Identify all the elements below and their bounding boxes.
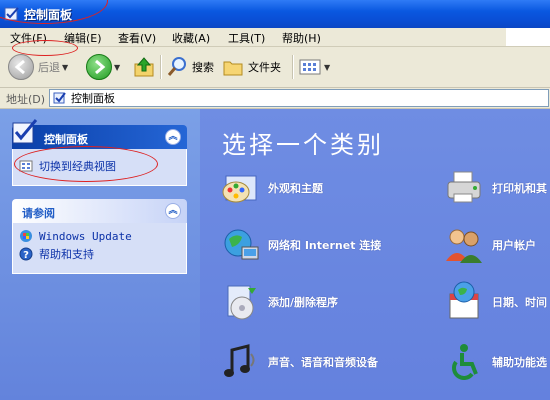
forward-dropdown-icon[interactable]: ▼ — [114, 63, 120, 72]
see-also-section-header[interactable]: 请参阅 ︽ — [12, 199, 187, 223]
help-support-link[interactable]: ? 帮助和支持 — [13, 245, 186, 263]
category-accessibility-label: 辅助功能选 — [492, 356, 547, 369]
back-dropdown-icon[interactable]: ▼ — [62, 63, 68, 72]
category-sound[interactable]: 声音、语音和音频设备 — [218, 340, 378, 384]
category-add-remove[interactable]: 添加/删除程序 — [218, 280, 338, 324]
control-panel-section-header[interactable]: 控制面板 ︽ — [12, 119, 187, 149]
task-pane: 控制面板 ︽ 切换到经典视图 请参阅 ︽ Windows Update ? 帮助… — [0, 109, 200, 400]
control-panel-icon — [4, 7, 19, 21]
printer-icon — [447, 171, 481, 203]
up-button[interactable] — [132, 55, 156, 79]
forward-arrow-icon — [86, 54, 112, 80]
control-panel-section-title: 控制面板 — [44, 133, 88, 146]
title-bar[interactable]: 控制面板 — [0, 0, 550, 28]
menu-tools[interactable]: 工具(T) — [226, 30, 267, 46]
menu-file[interactable]: 文件(F) — [8, 30, 49, 46]
views-dropdown-icon[interactable]: ▼ — [324, 63, 330, 72]
network-icon — [224, 229, 259, 260]
menu-view[interactable]: 查看(V) — [116, 30, 158, 46]
switch-classic-view-link[interactable]: 切换到经典视图 — [13, 149, 186, 175]
control-panel-icon — [53, 92, 66, 104]
category-sound-label: 声音、语音和音频设备 — [268, 356, 378, 369]
classic-view-icon — [19, 160, 33, 172]
forward-button[interactable]: ▼ — [86, 54, 120, 80]
search-button[interactable]: 搜索 — [166, 55, 214, 79]
address-input[interactable]: 控制面板 — [49, 89, 549, 107]
category-date-time[interactable]: 日期、时间 — [442, 280, 547, 324]
window-title: 控制面板 — [24, 8, 73, 22]
page-heading: 选择一个类别 — [222, 131, 384, 159]
windows-update-label: Windows Update — [39, 229, 132, 243]
category-add-remove-label: 添加/删除程序 — [268, 296, 339, 309]
address-bar: 地址(D) 控制面板 — [0, 88, 550, 109]
back-label: 后退 — [38, 61, 60, 74]
control-panel-section-body: 切换到经典视图 — [12, 149, 187, 186]
collapse-chevron-icon[interactable]: ︽ — [165, 129, 181, 145]
svg-text:?: ? — [23, 250, 29, 261]
toolbar-separator — [292, 55, 294, 79]
category-date-time-label: 日期、时间 — [492, 296, 547, 309]
toolbar-separator — [160, 55, 162, 79]
control-panel-section: 控制面板 ︽ 切换到经典视图 — [12, 119, 187, 186]
add-remove-icon — [227, 285, 256, 320]
menu-bar: 文件(F) 编辑(E) 查看(V) 收藏(A) 工具(T) 帮助(H) — [0, 28, 550, 47]
see-also-section-body: Windows Update ? 帮助和支持 — [12, 223, 187, 274]
views-button[interactable]: ▼ — [298, 55, 330, 79]
windows-logo — [506, 28, 550, 46]
menu-favorites[interactable]: 收藏(A) — [170, 30, 212, 46]
sound-icon — [224, 344, 255, 377]
address-value: 控制面板 — [71, 92, 115, 105]
accessibility-icon — [452, 344, 478, 380]
folders-icon — [223, 61, 243, 76]
category-network[interactable]: 网络和 Internet 连接 — [218, 223, 381, 267]
folder-up-icon — [134, 57, 154, 77]
category-printers-label: 打印机和其 — [492, 182, 547, 195]
help-icon: ? — [19, 247, 33, 261]
help-support-label: 帮助和支持 — [39, 248, 94, 261]
menu-help[interactable]: 帮助(H) — [280, 30, 323, 46]
control-panel-icon — [12, 119, 38, 144]
address-label: 地址(D) — [6, 93, 46, 106]
category-user-accounts[interactable]: 用户帐户 — [442, 223, 536, 267]
folders-button[interactable]: 文件夹 — [222, 55, 281, 79]
search-icon — [167, 57, 186, 76]
category-user-accounts-label: 用户帐户 — [492, 239, 536, 252]
users-icon — [446, 229, 482, 263]
back-arrow-icon — [8, 54, 34, 80]
category-accessibility[interactable]: 辅助功能选 — [442, 340, 547, 384]
category-network-label: 网络和 Internet 连接 — [268, 239, 382, 252]
folders-label: 文件夹 — [248, 61, 281, 74]
search-label: 搜索 — [192, 61, 214, 74]
appearance-icon — [222, 175, 257, 203]
menu-edit[interactable]: 编辑(E) — [62, 30, 104, 46]
category-printers[interactable]: 打印机和其 — [442, 166, 547, 210]
views-icon — [299, 59, 321, 75]
calendar-icon — [449, 281, 479, 319]
switch-classic-view-label: 切换到经典视图 — [39, 160, 116, 173]
see-also-title: 请参阅 — [22, 207, 55, 220]
back-button[interactable]: 后退 ▼ — [8, 54, 68, 80]
category-appearance[interactable]: 外观和主题 — [218, 166, 323, 210]
see-also-section: 请参阅 ︽ Windows Update ? 帮助和支持 — [12, 199, 187, 274]
windows-update-link[interactable]: Windows Update — [13, 227, 186, 245]
toolbar: 后退 ▼ ▼ 搜索 文件夹 ▼ — [0, 47, 550, 88]
windows-update-icon — [20, 230, 32, 242]
collapse-chevron-icon[interactable]: ︽ — [165, 203, 181, 219]
category-appearance-label: 外观和主题 — [268, 182, 323, 195]
content-area: 控制面板 ︽ 切换到经典视图 请参阅 ︽ Windows Update ? 帮助… — [0, 109, 550, 400]
